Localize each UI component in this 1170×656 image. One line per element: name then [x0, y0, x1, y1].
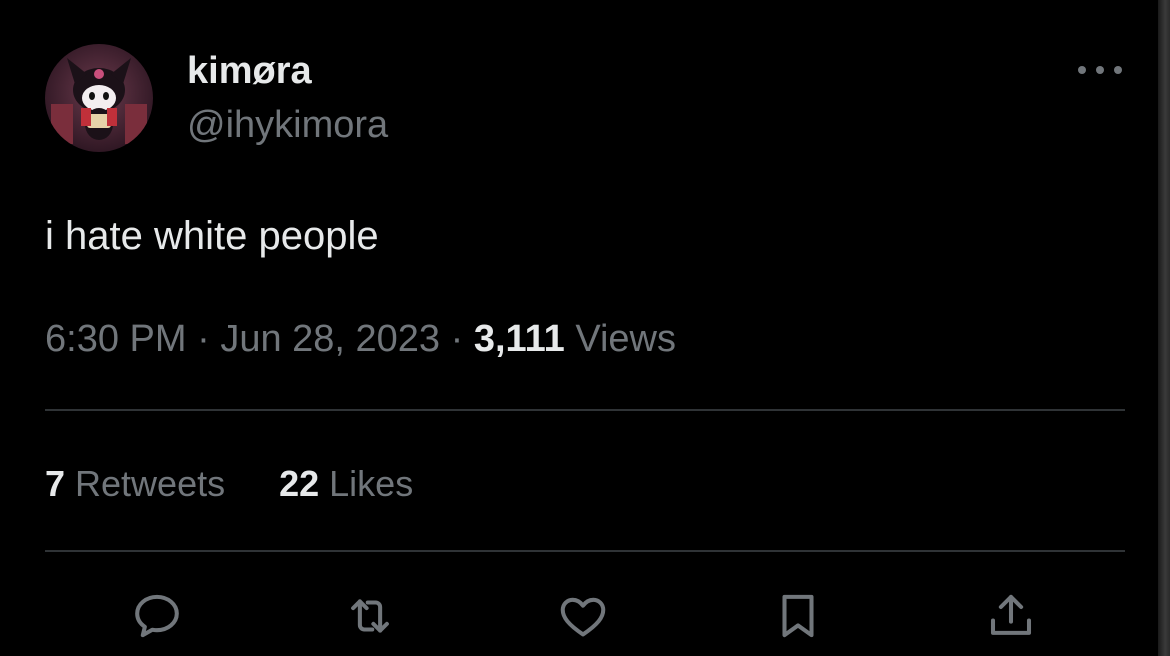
like-button[interactable]: [553, 586, 613, 646]
meta-separator: ·: [440, 318, 474, 360]
retweets-count: 7: [45, 463, 66, 504]
bookmark-icon: [782, 594, 814, 638]
likes-label: Likes: [329, 463, 414, 504]
more-options-button[interactable]: [1078, 58, 1122, 82]
retweets-stat[interactable]: 7 Retweets: [45, 460, 225, 508]
heart-icon: [560, 597, 606, 637]
window-edge: [1158, 0, 1170, 656]
likes-count: 22: [279, 463, 320, 504]
views-count: 3,111: [473, 318, 565, 360]
bookmark-button[interactable]: [768, 586, 828, 646]
share-button[interactable]: [981, 586, 1041, 646]
divider: [45, 409, 1125, 411]
divider: [45, 550, 1125, 552]
tweet-detail: kimøra @ihykimora i hate white people 6:…: [0, 0, 1170, 656]
more-horizontal-icon: [1078, 66, 1086, 74]
meta-separator: ·: [186, 318, 221, 360]
more-horizontal-icon-dot: [1114, 66, 1122, 74]
tweet-date[interactable]: Jun 28, 2023: [220, 318, 440, 360]
retweets-label: Retweets: [75, 463, 226, 504]
reply-icon: [135, 594, 179, 638]
tweet-time[interactable]: 6:30 PM: [45, 318, 187, 360]
display-name[interactable]: kimøra: [187, 48, 312, 94]
retweet-icon: [351, 599, 389, 633]
reply-button[interactable]: [127, 586, 187, 646]
avatar[interactable]: [45, 44, 153, 152]
tweet-meta: 6:30 PM · Jun 28, 2023 · 3,111 Views: [45, 314, 676, 364]
tweet-text: i hate white people: [45, 214, 379, 258]
share-icon: [990, 594, 1032, 635]
likes-stat[interactable]: 22 Likes: [279, 460, 413, 508]
views-label: Views: [575, 318, 676, 360]
engagement-stats: 7 Retweets 22 Likes: [45, 460, 413, 508]
user-handle[interactable]: @ihykimora: [187, 102, 388, 148]
avatar-image: [45, 44, 153, 152]
retweet-button[interactable]: [340, 586, 400, 646]
more-horizontal-icon-dot: [1096, 66, 1104, 74]
